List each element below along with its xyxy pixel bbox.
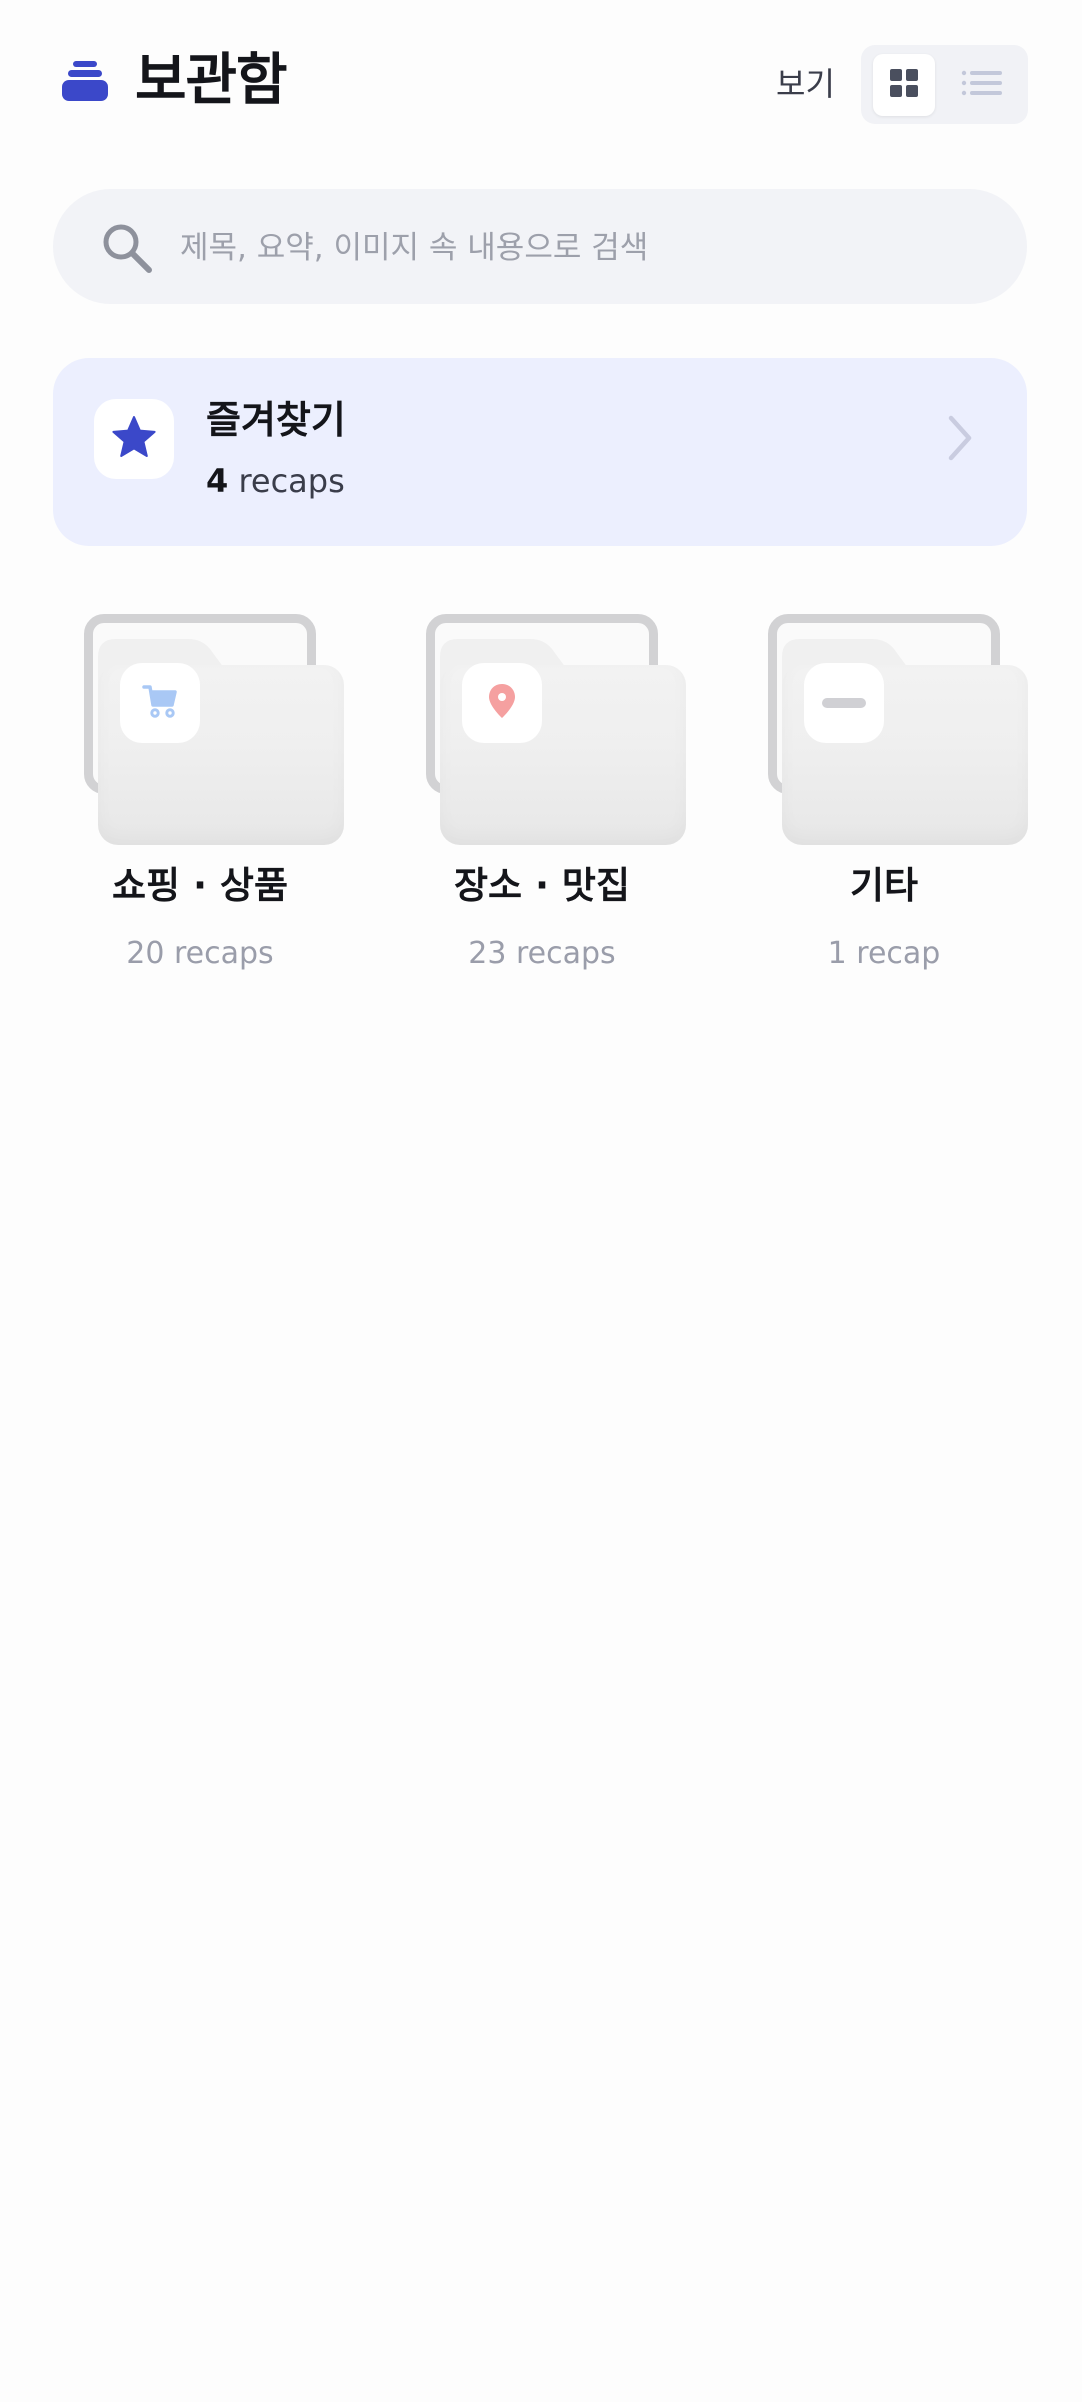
- archive-screen: 보관함 보기 제목, 요약, 이미지 속 내용으로 검색 즐겨찾기 4 reca…: [0, 0, 1082, 2402]
- search-input[interactable]: [178, 217, 1002, 279]
- star-icon: [111, 415, 157, 463]
- list-icon: [961, 70, 1003, 100]
- favorites-count: 4 recaps: [206, 460, 345, 502]
- folder-graphic: [69, 612, 344, 847]
- folder-shopping[interactable]: 쇼핑 · 상품 20 recaps: [69, 612, 344, 992]
- favorites-card[interactable]: 즐겨찾기 4 recaps: [53, 358, 1027, 546]
- folder-others[interactable]: 기타 1 recap: [753, 612, 1028, 992]
- favorites-title: 즐겨찾기: [206, 398, 346, 442]
- cart-icon: [142, 683, 178, 723]
- location-pin-icon: [486, 682, 518, 724]
- search-bar[interactable]: [53, 189, 1027, 304]
- folder-name: 쇼핑 · 상품: [112, 864, 288, 907]
- favorites-count-unit: recaps: [238, 462, 345, 500]
- stack-icon: [62, 60, 108, 102]
- view-mode-label: 보기: [776, 65, 835, 103]
- folder-count: 23 recaps: [468, 936, 616, 971]
- favorites-count-number: 4: [206, 462, 229, 500]
- header: 보관함 보기: [0, 0, 1082, 150]
- chevron-right-icon: [939, 408, 979, 468]
- minus-icon: [822, 694, 866, 713]
- folder-icon-box: [804, 663, 884, 743]
- folder-graphic: [753, 612, 1028, 847]
- grid-view-button[interactable]: [873, 54, 935, 116]
- folder-places[interactable]: 장소 · 맛집 23 recaps: [411, 612, 686, 992]
- folder-count: 20 recaps: [126, 936, 274, 971]
- folder-graphic: [411, 612, 686, 847]
- favorites-icon-box: [94, 399, 174, 479]
- folder-count: 1 recap: [827, 936, 941, 971]
- search-icon: [100, 221, 154, 275]
- list-view-button[interactable]: [951, 54, 1013, 116]
- view-mode-toggle: [861, 45, 1028, 124]
- page-title: 보관함: [135, 48, 288, 113]
- folder-name: 장소 · 맛집: [454, 864, 630, 907]
- folder-icon-box: [462, 663, 542, 743]
- grid-icon: [889, 68, 919, 102]
- folder-icon-box: [120, 663, 200, 743]
- folder-name: 기타: [849, 864, 919, 907]
